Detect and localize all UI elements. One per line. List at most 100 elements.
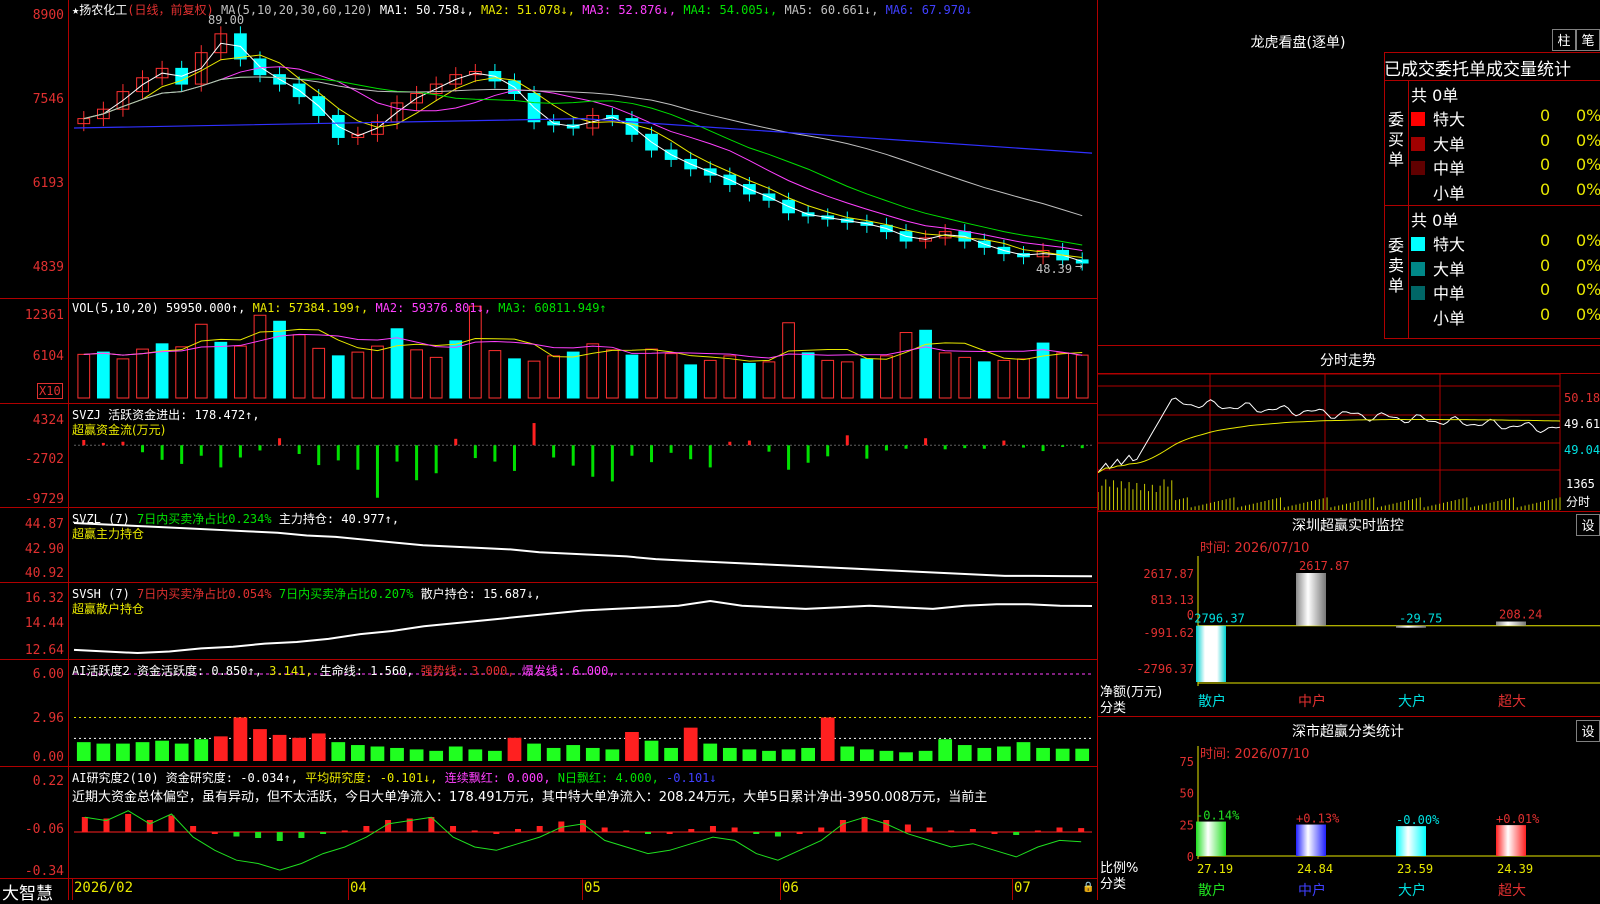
- research-bar: [1078, 828, 1085, 832]
- x-tick-2: 05: [584, 880, 601, 896]
- research-bar: [818, 827, 825, 832]
- ai-research-legend-0: AI研究度2(10) 资金研究度: -0.034↑,: [72, 771, 306, 785]
- vol-bar: [351, 351, 365, 399]
- class-cat-0: 散户: [1198, 882, 1226, 899]
- sz-monitor-x-label: 分类: [1100, 701, 1127, 716]
- stroke-view-button[interactable]: 笔: [1576, 29, 1600, 51]
- ma-line-3: [83, 66, 1083, 251]
- sell-count-3: 0: [1540, 304, 1551, 324]
- svzj-bar: [963, 445, 967, 449]
- dragon-tiger-title: 龙虎看盘(逐单): [1250, 35, 1346, 51]
- class-y-tick-3: 0: [1187, 850, 1194, 864]
- ai-active-bar: [429, 750, 444, 761]
- lock-icon[interactable]: 🔒: [1082, 882, 1094, 893]
- vol-bar: [703, 359, 717, 399]
- left-chart-area[interactable]: ★扬农化工(日线，前复权) MA(5,10,20,30,60,120) MA1:…: [0, 0, 1098, 904]
- x-tick-line-3: [780, 878, 781, 900]
- buy-row-1: 大单: [1411, 131, 1465, 155]
- monitor-y-tick-3: -991.62: [1143, 626, 1194, 640]
- svsh-line: [73, 600, 1093, 655]
- research-bar: [904, 824, 911, 832]
- monitor-bar-3: [1496, 621, 1526, 626]
- class-change-0: -0.14%: [1196, 809, 1240, 823]
- buy-label-1: 大单: [1433, 134, 1466, 154]
- dt-divider-top: [1384, 52, 1600, 53]
- svzj-bar: [1041, 445, 1045, 452]
- ai-active-bar: [840, 746, 855, 761]
- ai-active-bar: [997, 746, 1011, 761]
- research-bar: [948, 830, 955, 833]
- vol-bar: [234, 345, 247, 399]
- monitor-value-3: 208.24: [1499, 608, 1542, 622]
- svzj-bar: [180, 445, 184, 464]
- monitor-y-tick-1: 813.13: [1151, 593, 1194, 607]
- intraday-vol-tick: 1365: [1566, 477, 1595, 491]
- research-bar: [991, 832, 998, 834]
- ai-active-bar: [292, 737, 307, 761]
- vol-ma1: [83, 328, 1083, 362]
- monitor-value-1: 2617.87: [1299, 559, 1350, 573]
- x-tick-0: 2026/02: [74, 880, 134, 896]
- buy-pct-2: 0%: [1576, 155, 1600, 174]
- buy-total: 共 0单: [1411, 86, 1459, 105]
- research-bar: [1056, 827, 1063, 832]
- svzj-bar: [826, 445, 830, 457]
- research-bar: [1034, 830, 1041, 833]
- monitor-bar-2: [1396, 625, 1426, 628]
- intraday-price-line: [1098, 397, 1561, 473]
- intraday-title: 分时走势: [1320, 353, 1376, 369]
- research-bar: [666, 832, 673, 834]
- vol-bar: [1075, 354, 1089, 399]
- ai-active-bar: [899, 752, 913, 761]
- research-bar: [168, 815, 175, 832]
- x-tick-3: 06: [782, 880, 799, 896]
- ai-active-bar: [605, 749, 620, 761]
- intraday-vol-label: 分时: [1566, 495, 1591, 509]
- svzl-legend-1: 7日内买卖净占比0.234%: [137, 512, 279, 526]
- vol-legend-2: MA2: 59376.801↓,: [375, 301, 499, 315]
- svzj-bar: [317, 445, 321, 466]
- ai-research-legend-3: N日飘红: 4.000,: [557, 771, 667, 785]
- ai-active-bar: [703, 743, 718, 761]
- ai-active-bar: [233, 717, 248, 761]
- class-change-2: -0.00%: [1396, 813, 1440, 827]
- vol-bar: [605, 349, 619, 399]
- vol-legend-0: VOL(5,10,20) 59950.000↑,: [72, 301, 253, 315]
- vol-bar: [527, 360, 541, 399]
- ai-active-bar: [977, 747, 992, 761]
- svsh-legend-0: SVSH (7): [72, 587, 138, 601]
- svzj-bar: [375, 445, 379, 498]
- vol-bar: [1017, 358, 1030, 399]
- ai-active-bar: [135, 742, 150, 761]
- svzl-legend-0: SVZL (7): [72, 512, 138, 526]
- ma-line-4: [83, 76, 1083, 246]
- intraday-chart[interactable]: [1098, 373, 1600, 511]
- research-bar: [341, 830, 348, 833]
- buy-label-3: 小单: [1433, 183, 1466, 203]
- svzj-bar: [415, 445, 419, 481]
- svzj-bar: [141, 445, 145, 453]
- buy-row-2: 中单: [1411, 155, 1465, 179]
- vol-bar: [723, 355, 737, 399]
- svzj-bar: [728, 441, 732, 446]
- vol-bar: [273, 320, 286, 399]
- vol-bar: [762, 361, 776, 399]
- ai-active-bar: [820, 717, 835, 761]
- ai-active-bar: [1016, 742, 1031, 761]
- x-tick-line-2: [582, 878, 583, 900]
- bar-view-button[interactable]: 柱: [1552, 29, 1576, 51]
- class-value-3: 24.39: [1497, 862, 1533, 876]
- ai-active-bar: [938, 739, 953, 761]
- vol-bar: [801, 352, 815, 399]
- ai-active-bar: [96, 743, 111, 761]
- dt-divider-sub: [1384, 80, 1600, 81]
- vol-bar: [625, 354, 639, 399]
- svzj-bar: [336, 445, 340, 461]
- monitor-bar-0: [1196, 625, 1226, 682]
- ai-active-bar: [390, 747, 404, 761]
- research-bar: [125, 814, 132, 832]
- vol-bar: [410, 349, 423, 399]
- research-bar: [796, 832, 803, 834]
- right-panel: 龙虎看盘(逐单) 柱 笔 已成交委托单成交量统计 委买单 委卖单 共 0单 特大…: [1098, 0, 1600, 900]
- buy-count-2: 0: [1540, 155, 1551, 174]
